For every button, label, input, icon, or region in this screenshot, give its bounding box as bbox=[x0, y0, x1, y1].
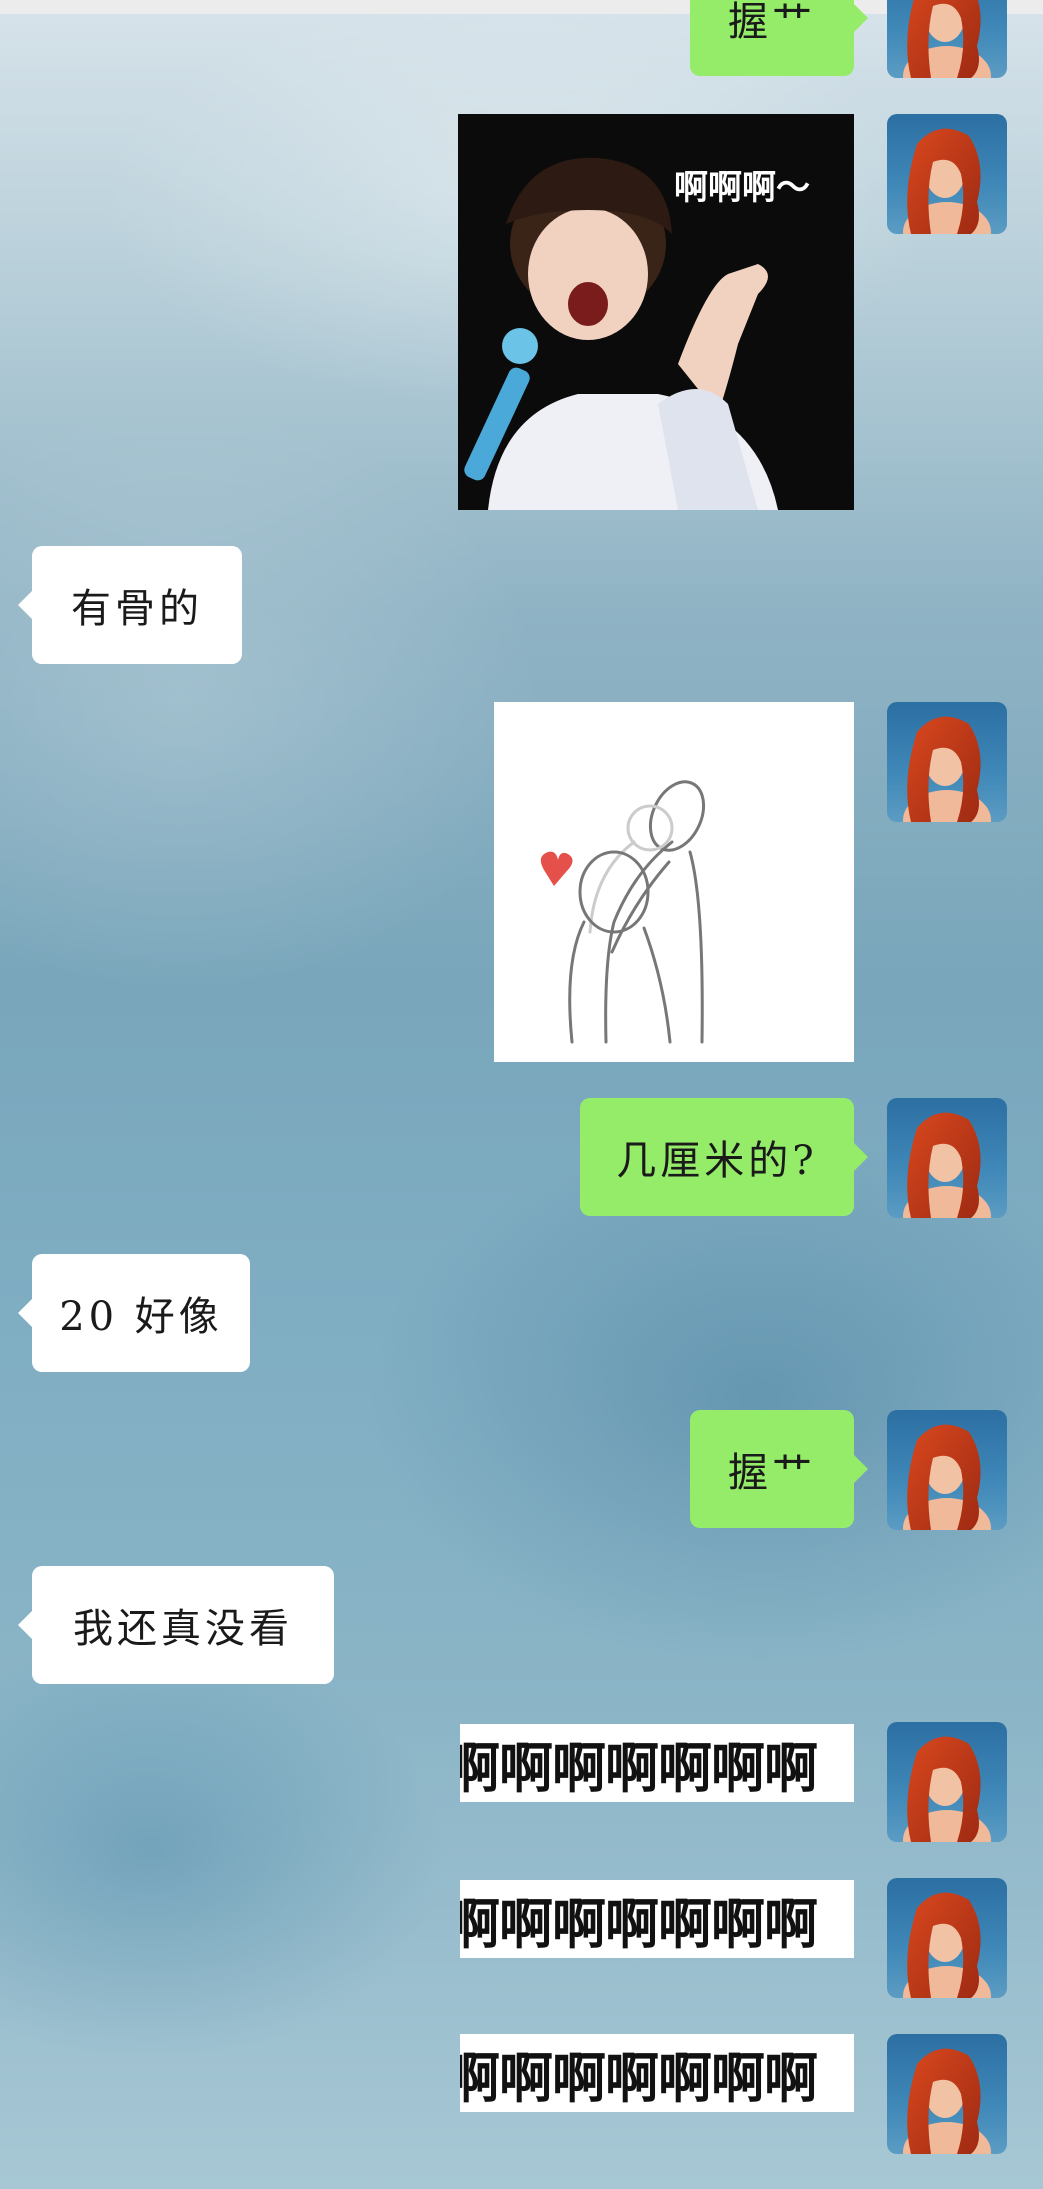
avatar[interactable] bbox=[887, 0, 1007, 78]
hug-sketch-icon bbox=[494, 702, 854, 1062]
message-text: 握艹 bbox=[728, 0, 816, 45]
message-bubble-incoming[interactable]: 20 好像 bbox=[18, 1254, 250, 1372]
mermaid-avatar-icon bbox=[887, 0, 1007, 78]
message-bubble-outgoing[interactable]: 几厘米的? bbox=[580, 1098, 868, 1216]
mermaid-avatar-icon bbox=[887, 2034, 1007, 2154]
sticker-text: 啊啊啊啊啊啊啊 bbox=[460, 1892, 818, 1956]
sticker-text: 啊啊啊啊啊啊啊 bbox=[460, 1736, 818, 1800]
mermaid-avatar-icon bbox=[887, 1098, 1007, 1218]
avatar[interactable] bbox=[887, 114, 1007, 234]
message-bubble-outgoing[interactable]: 握艹 bbox=[690, 0, 868, 76]
message-bubble-incoming[interactable]: 有骨的 bbox=[18, 546, 242, 664]
mermaid-avatar-icon bbox=[887, 114, 1007, 234]
avatar[interactable] bbox=[887, 702, 1007, 822]
message-text: 20 好像 bbox=[59, 1294, 223, 1340]
avatar[interactable] bbox=[887, 1722, 1007, 1842]
message-text: 有骨的 bbox=[71, 586, 203, 632]
mermaid-avatar-icon bbox=[887, 1722, 1007, 1842]
image-message-sketch[interactable] bbox=[494, 702, 854, 1062]
image-message-singer[interactable]: 啊啊啊～ bbox=[458, 114, 854, 510]
message-text: 握艹 bbox=[728, 1450, 816, 1496]
avatar[interactable] bbox=[887, 1410, 1007, 1530]
sticker-message[interactable]: 啊啊啊啊啊啊啊 bbox=[460, 1724, 854, 1802]
sticker-message[interactable]: 啊啊啊啊啊啊啊 bbox=[460, 1880, 854, 1958]
message-text: 我还真没看 bbox=[73, 1606, 293, 1652]
mermaid-avatar-icon bbox=[887, 1410, 1007, 1530]
mermaid-avatar-icon bbox=[887, 1878, 1007, 1998]
avatar[interactable] bbox=[887, 2034, 1007, 2154]
sticker-message[interactable]: 啊啊啊啊啊啊啊 bbox=[460, 2034, 854, 2112]
sticker-text: 啊啊啊啊啊啊啊 bbox=[460, 2046, 818, 2110]
message-text: 几厘米的? bbox=[616, 1138, 818, 1184]
message-bubble-outgoing[interactable]: 握艹 bbox=[690, 1410, 868, 1528]
avatar[interactable] bbox=[887, 1878, 1007, 1998]
image-caption: 啊啊啊～ bbox=[674, 168, 810, 208]
avatar[interactable] bbox=[887, 1098, 1007, 1218]
message-bubble-incoming[interactable]: 我还真没看 bbox=[18, 1566, 334, 1684]
mermaid-avatar-icon bbox=[887, 702, 1007, 822]
